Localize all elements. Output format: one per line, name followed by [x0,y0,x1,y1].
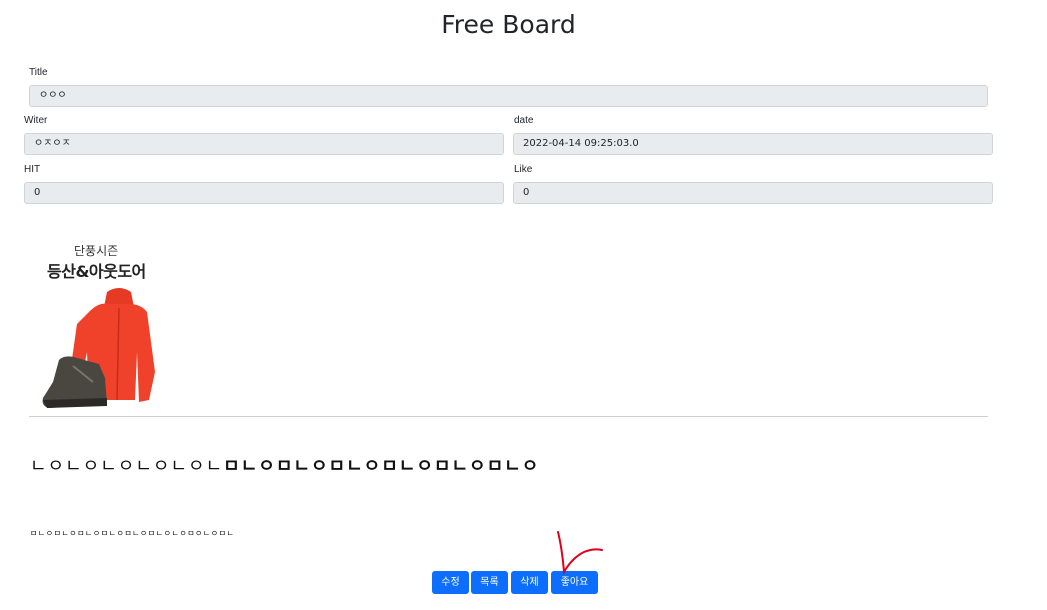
title-label: Title [29,67,48,78]
content-divider [29,416,988,417]
like-count-field[interactable]: 0 [513,182,993,204]
post-content-plain: ㄴㅇㄴㅇㄴㅇㄴㅇㄴㅇㄴ [30,456,224,477]
hit-label: HIT [24,164,41,175]
delete-button[interactable]: 삭제 [511,571,548,594]
writer-field[interactable]: ㅇㅈㅇㅈ [24,133,504,155]
post-content-large: ㄴㅇㄴㅇㄴㅇㄴㅇㄴㅇㄴㅁㄴㅇㅁㄴㅇㅁㄴㅇㅁㄴㅇㅁㄴㅇㅁㄴㅇ [30,452,539,478]
post-content-small: ㅁㄴㅇㅁㄴㅇㅁㄴㅇㅁㄴㅇㅁㄴㅇㅁㄴㅇㄴㅇㅁㅇㄴㅇㅁㄴ [30,529,235,538]
post-content-bold: ㅁㄴㅇㅁㄴㅇㅁㄴㅇㅁㄴㅇㅁㄴㅇㅁㄴㅇ [223,456,540,477]
title-field[interactable]: ㅇㅇㅇ [29,85,988,107]
page-title: Free Board [441,10,576,39]
jacket-boot-illustration [42,288,155,408]
date-label: date [514,115,534,126]
like-count-label: Like [514,164,533,175]
edit-button[interactable]: 수정 [432,571,469,594]
date-field[interactable]: 2022-04-14 09:25:03.0 [513,133,993,155]
post-image: 단풍시즌 등산&아웃도어 [29,232,169,410]
hit-field[interactable]: 0 [24,182,504,204]
like-button[interactable]: 좋아요 [551,571,598,594]
list-button[interactable]: 목록 [471,571,508,594]
writer-label: Witer [24,115,48,126]
